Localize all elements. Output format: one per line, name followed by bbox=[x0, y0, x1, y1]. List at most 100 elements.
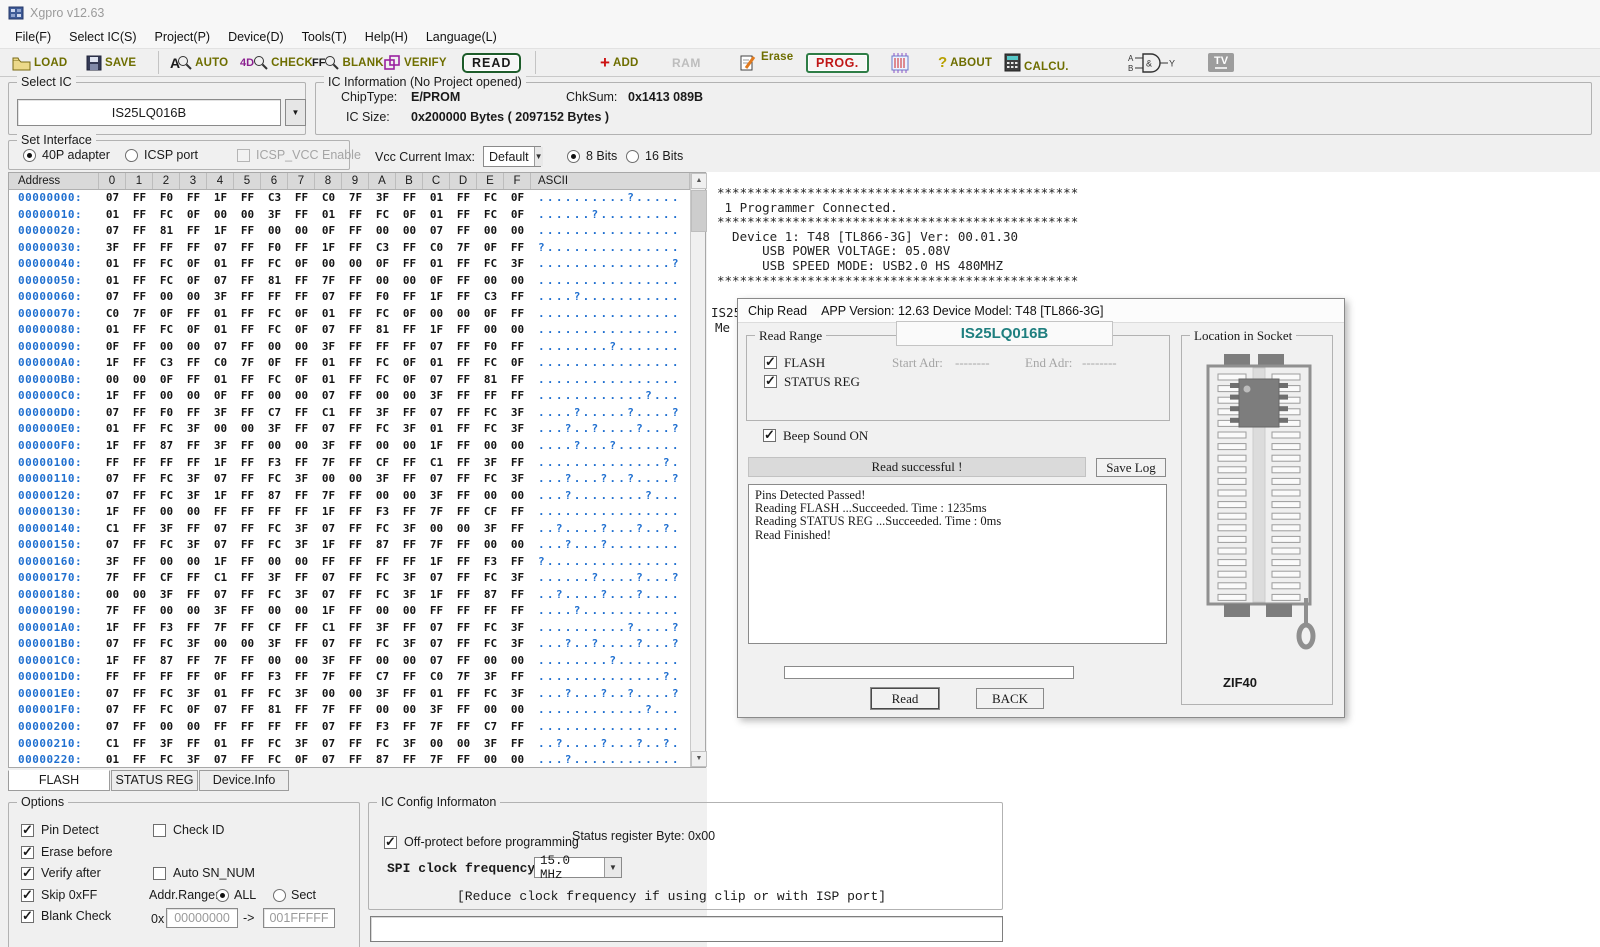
hex-byte-cell[interactable]: 0F bbox=[477, 240, 504, 257]
hex-byte-cell[interactable]: 7F bbox=[99, 603, 126, 620]
hex-ascii-cell[interactable]: ................ bbox=[531, 719, 690, 736]
hex-byte-cell[interactable]: FC bbox=[261, 372, 288, 389]
ic-name-combo[interactable]: IS25LQ016B bbox=[17, 99, 281, 126]
hex-byte-cell[interactable]: 87 bbox=[261, 488, 288, 505]
hex-byte-cell[interactable]: FF bbox=[180, 653, 207, 670]
hex-byte-cell[interactable]: 07 bbox=[207, 240, 234, 257]
hex-byte-cell[interactable]: 00 bbox=[153, 719, 180, 736]
hex-byte-cell[interactable]: 3F bbox=[153, 587, 180, 604]
hex-byte-cell[interactable]: 00 bbox=[504, 702, 531, 719]
hex-byte-cell[interactable]: FF bbox=[504, 554, 531, 571]
hex-byte-cell[interactable]: 07 bbox=[423, 372, 450, 389]
hex-byte-cell[interactable]: FF bbox=[234, 537, 261, 554]
hex-byte-cell[interactable]: FF bbox=[342, 554, 369, 571]
hex-byte-cell[interactable]: FF bbox=[342, 339, 369, 356]
hex-byte-cell[interactable]: 7F bbox=[315, 455, 342, 472]
hex-byte-cell[interactable]: 00 bbox=[180, 289, 207, 306]
hex-byte-cell[interactable]: FF bbox=[99, 669, 126, 686]
hex-byte-cell[interactable]: 3F bbox=[504, 405, 531, 422]
hex-byte-cell[interactable]: FF bbox=[423, 603, 450, 620]
hex-byte-cell[interactable]: 00 bbox=[450, 736, 477, 753]
hex-byte-cell[interactable]: C1 bbox=[99, 736, 126, 753]
hex-byte-cell[interactable]: FF bbox=[234, 289, 261, 306]
hex-byte-cell[interactable]: FC bbox=[153, 636, 180, 653]
hex-byte-cell[interactable]: 3F bbox=[180, 686, 207, 703]
hex-byte-cell[interactable]: 01 bbox=[99, 256, 126, 273]
hex-byte-cell[interactable]: 00 bbox=[423, 306, 450, 323]
hex-byte-cell[interactable]: FF bbox=[450, 504, 477, 521]
hex-byte-cell[interactable]: FF bbox=[396, 719, 423, 736]
hex-byte-cell[interactable]: FF bbox=[288, 488, 315, 505]
hex-byte-cell[interactable]: FF bbox=[126, 636, 153, 653]
hex-byte-cell[interactable]: 3F bbox=[477, 669, 504, 686]
hex-byte-cell[interactable]: FF bbox=[396, 190, 423, 207]
hex-byte-cell[interactable]: FF bbox=[126, 570, 153, 587]
hex-byte-cell[interactable]: FC bbox=[369, 636, 396, 653]
hex-byte-cell[interactable]: FF bbox=[342, 388, 369, 405]
hex-byte-cell[interactable]: 3F bbox=[207, 438, 234, 455]
hex-byte-cell[interactable]: 00 bbox=[369, 438, 396, 455]
hex-byte-cell[interactable]: 07 bbox=[207, 339, 234, 356]
hex-byte-cell[interactable]: 00 bbox=[504, 223, 531, 240]
hex-byte-cell[interactable]: 00 bbox=[315, 256, 342, 273]
hex-byte-cell[interactable]: FF bbox=[234, 570, 261, 587]
hex-byte-cell[interactable]: 3F bbox=[504, 686, 531, 703]
hex-byte-cell[interactable]: FF bbox=[396, 256, 423, 273]
spi-clock-select[interactable]: 15.0 MHz▼ bbox=[534, 857, 622, 878]
hex-byte-cell[interactable]: 0F bbox=[261, 355, 288, 372]
addr-to-field[interactable]: 001FFFFF bbox=[263, 908, 335, 928]
hex-byte-cell[interactable]: 07 bbox=[315, 636, 342, 653]
hex-byte-cell[interactable]: FC bbox=[153, 537, 180, 554]
hex-byte-cell[interactable]: 0F bbox=[288, 322, 315, 339]
hex-byte-cell[interactable]: C0 bbox=[207, 355, 234, 372]
hex-byte-cell[interactable]: 00 bbox=[396, 273, 423, 290]
hex-byte-cell[interactable]: 00 bbox=[180, 719, 207, 736]
hex-byte-cell[interactable]: 1F bbox=[207, 488, 234, 505]
hex-ascii-cell[interactable]: ..............?. bbox=[531, 455, 690, 472]
hex-ascii-cell[interactable]: ..?....?...?..?. bbox=[531, 521, 690, 538]
hex-byte-cell[interactable]: 00 bbox=[396, 488, 423, 505]
hex-byte-cell[interactable]: FF bbox=[342, 207, 369, 224]
hex-byte-cell[interactable]: 0F bbox=[288, 256, 315, 273]
hex-byte-cell[interactable]: FF bbox=[126, 537, 153, 554]
menu-item-select-ic[interactable]: Select IC(S) bbox=[60, 28, 145, 46]
hex-byte-cell[interactable]: 07 bbox=[99, 537, 126, 554]
hex-byte-cell[interactable]: FF bbox=[396, 752, 423, 769]
hex-byte-cell[interactable]: C1 bbox=[423, 455, 450, 472]
hex-byte-cell[interactable]: 87 bbox=[369, 752, 396, 769]
hex-byte-cell[interactable]: 1F bbox=[207, 190, 234, 207]
hex-byte-cell[interactable]: FF bbox=[342, 455, 369, 472]
pin-detect-checkbox[interactable] bbox=[21, 824, 34, 837]
hex-byte-cell[interactable]: C1 bbox=[315, 620, 342, 637]
hex-byte-cell[interactable]: 0F bbox=[288, 752, 315, 769]
hex-byte-cell[interactable]: C3 bbox=[153, 355, 180, 372]
hex-byte-cell[interactable]: FF bbox=[450, 405, 477, 422]
hex-byte-cell[interactable]: FF bbox=[504, 339, 531, 356]
hex-byte-cell[interactable]: 3F bbox=[396, 521, 423, 538]
hex-byte-cell[interactable]: FF bbox=[450, 289, 477, 306]
hex-byte-cell[interactable]: 7F bbox=[207, 620, 234, 637]
hex-byte-cell[interactable]: 00 bbox=[396, 223, 423, 240]
hex-byte-cell[interactable]: FC bbox=[477, 570, 504, 587]
hex-scrollbar[interactable]: ▲ ▼ bbox=[690, 173, 705, 767]
hex-byte-cell[interactable]: 00 bbox=[180, 339, 207, 356]
hex-byte-cell[interactable]: 7F bbox=[423, 537, 450, 554]
hex-byte-cell[interactable]: FF bbox=[288, 636, 315, 653]
hex-byte-cell[interactable]: 00 bbox=[396, 438, 423, 455]
hex-byte-cell[interactable]: FF bbox=[450, 686, 477, 703]
hex-byte-cell[interactable]: FF bbox=[396, 471, 423, 488]
hex-byte-cell[interactable]: 07 bbox=[207, 537, 234, 554]
hex-byte-cell[interactable]: 00 bbox=[180, 603, 207, 620]
hex-byte-cell[interactable]: 7F bbox=[126, 306, 153, 323]
hex-byte-cell[interactable]: C1 bbox=[315, 405, 342, 422]
hex-ascii-cell[interactable]: ?............... bbox=[531, 554, 690, 571]
hex-byte-cell[interactable]: 00 bbox=[153, 554, 180, 571]
hex-byte-cell[interactable]: FC bbox=[261, 686, 288, 703]
hex-byte-cell[interactable]: FF bbox=[126, 388, 153, 405]
hex-byte-cell[interactable]: 1F bbox=[99, 355, 126, 372]
hex-byte-cell[interactable]: 81 bbox=[261, 273, 288, 290]
hex-byte-cell[interactable]: 3F bbox=[180, 752, 207, 769]
hex-byte-cell[interactable]: 3F bbox=[180, 471, 207, 488]
hex-byte-cell[interactable]: 3F bbox=[315, 438, 342, 455]
hex-byte-cell[interactable]: 07 bbox=[207, 702, 234, 719]
